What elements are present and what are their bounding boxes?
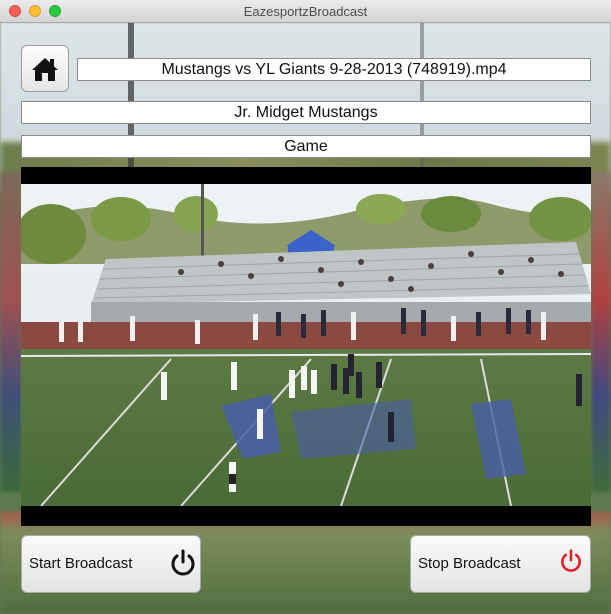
team-name: Jr. Midget Mustangs (21, 101, 591, 124)
power-icon (171, 549, 195, 576)
video-player[interactable] (21, 167, 591, 526)
start-broadcast-button[interactable]: Start Broadcast (21, 535, 201, 593)
start-broadcast-label: Start Broadcast (29, 555, 133, 572)
video-file-name: Mustangs vs YL Giants 9-28-2013 (748919)… (77, 58, 591, 81)
window-title: EazesportzBroadcast (243, 4, 368, 19)
event-type: Game (21, 135, 591, 158)
video-frame (21, 184, 591, 506)
home-button[interactable] (21, 45, 69, 92)
stop-broadcast-button[interactable]: Stop Broadcast (410, 535, 591, 593)
stop-broadcast-label: Stop Broadcast (418, 555, 521, 572)
power-icon (561, 549, 581, 572)
home-icon (32, 58, 58, 81)
window-titlebar: EazesportzBroadcast (0, 0, 611, 23)
